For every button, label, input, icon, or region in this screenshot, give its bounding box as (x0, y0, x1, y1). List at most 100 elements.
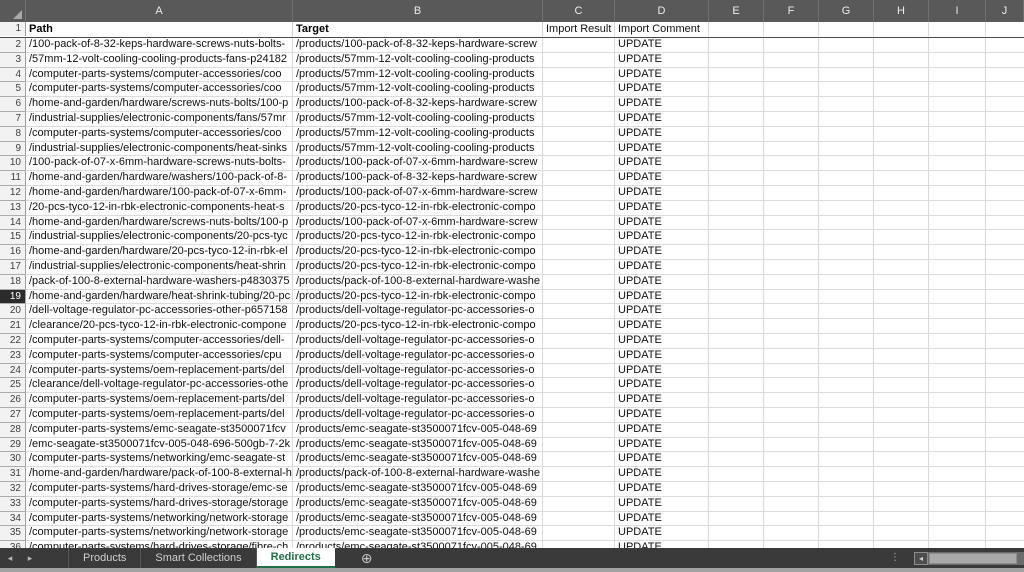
cell-i16[interactable] (929, 245, 986, 260)
cell-f26[interactable] (764, 393, 819, 408)
cell-d24[interactable]: UPDATE (615, 364, 709, 379)
cell-i13[interactable] (929, 201, 986, 216)
cell-e7[interactable] (709, 112, 764, 127)
cell-c11[interactable] (543, 171, 615, 186)
cell-h36[interactable] (874, 541, 929, 548)
cell-j19[interactable] (986, 290, 1024, 305)
cell-j3[interactable] (986, 53, 1024, 68)
cell-g33[interactable] (819, 497, 874, 512)
cell-b34[interactable]: /products/emc-seagate-st3500071fcv-005-0… (293, 512, 543, 527)
cell-g19[interactable] (819, 290, 874, 305)
cell-h29[interactable] (874, 438, 929, 453)
cell-j27[interactable] (986, 408, 1024, 423)
cell-e8[interactable] (709, 127, 764, 142)
cell-e14[interactable] (709, 216, 764, 231)
cell-e36[interactable] (709, 541, 764, 548)
column-header-j[interactable]: J (986, 0, 1024, 22)
cell-g2[interactable] (819, 38, 874, 53)
cell-g28[interactable] (819, 423, 874, 438)
cell-g34[interactable] (819, 512, 874, 527)
cell-j24[interactable] (986, 364, 1024, 379)
cell-f22[interactable] (764, 334, 819, 349)
cell-h30[interactable] (874, 452, 929, 467)
cell-f20[interactable] (764, 304, 819, 319)
cell-d25[interactable]: UPDATE (615, 378, 709, 393)
cell-d15[interactable]: UPDATE (615, 230, 709, 245)
cell-i23[interactable] (929, 349, 986, 364)
cell-f8[interactable] (764, 127, 819, 142)
cell-a2[interactable]: /100-pack-of-8-32-keps-hardware-screws-n… (26, 38, 293, 53)
cell-h13[interactable] (874, 201, 929, 216)
cell-i5[interactable] (929, 82, 986, 97)
cell-f25[interactable] (764, 378, 819, 393)
cell-b24[interactable]: /products/dell-voltage-regulator-pc-acce… (293, 364, 543, 379)
cell-i31[interactable] (929, 467, 986, 482)
cell-d11[interactable]: UPDATE (615, 171, 709, 186)
cell-e3[interactable] (709, 53, 764, 68)
cell-d21[interactable]: UPDATE (615, 319, 709, 334)
cell-a36[interactable]: /computer-parts-systems/hard-drives-stor… (26, 541, 293, 548)
row-header-4[interactable]: 4 (0, 68, 26, 83)
cell-e17[interactable] (709, 260, 764, 275)
cell-a19[interactable]: /home-and-garden/hardware/heat-shrink-tu… (26, 290, 293, 305)
cell-e12[interactable] (709, 186, 764, 201)
cell-b18[interactable]: /products/pack-of-100-8-external-hardwar… (293, 275, 543, 290)
row-header-12[interactable]: 12 (0, 186, 26, 201)
cell-e2[interactable] (709, 38, 764, 53)
cell-d10[interactable]: UPDATE (615, 156, 709, 171)
cell-f9[interactable] (764, 142, 819, 157)
cell-h35[interactable] (874, 526, 929, 541)
row-header-17[interactable]: 17 (0, 260, 26, 275)
cell-a17[interactable]: /industrial-supplies/electronic-componen… (26, 260, 293, 275)
cell-c20[interactable] (543, 304, 615, 319)
cell-f19[interactable] (764, 290, 819, 305)
cell-e5[interactable] (709, 82, 764, 97)
cell-f18[interactable] (764, 275, 819, 290)
cell-c26[interactable] (543, 393, 615, 408)
cell-d27[interactable]: UPDATE (615, 408, 709, 423)
cell-e29[interactable] (709, 438, 764, 453)
cell-i33[interactable] (929, 497, 986, 512)
cell-b27[interactable]: /products/dell-voltage-regulator-pc-acce… (293, 408, 543, 423)
cell-d6[interactable]: UPDATE (615, 97, 709, 112)
cell-b23[interactable]: /products/dell-voltage-regulator-pc-acce… (293, 349, 543, 364)
cell-a12[interactable]: /home-and-garden/hardware/100-pack-of-07… (26, 186, 293, 201)
row-header-27[interactable]: 27 (0, 408, 26, 423)
cell-d16[interactable]: UPDATE (615, 245, 709, 260)
scrollbar-thumb[interactable] (929, 553, 1017, 564)
cell-f23[interactable] (764, 349, 819, 364)
cell-d35[interactable]: UPDATE (615, 526, 709, 541)
cell-j25[interactable] (986, 378, 1024, 393)
row-header-29[interactable]: 29 (0, 438, 26, 453)
cell-h26[interactable] (874, 393, 929, 408)
cell-j1[interactable] (986, 22, 1024, 36)
cell-f24[interactable] (764, 364, 819, 379)
cell-j2[interactable] (986, 38, 1024, 53)
cell-c8[interactable] (543, 127, 615, 142)
cell-j20[interactable] (986, 304, 1024, 319)
cell-a1-path-header[interactable]: Path (26, 22, 293, 36)
cell-c35[interactable] (543, 526, 615, 541)
cell-c18[interactable] (543, 275, 615, 290)
cell-i2[interactable] (929, 38, 986, 53)
cell-i34[interactable] (929, 512, 986, 527)
cell-d8[interactable]: UPDATE (615, 127, 709, 142)
cell-g4[interactable] (819, 68, 874, 83)
cell-g35[interactable] (819, 526, 874, 541)
cell-h3[interactable] (874, 53, 929, 68)
cell-b5[interactable]: /products/57mm-12-volt-cooling-cooling-p… (293, 82, 543, 97)
cell-j15[interactable] (986, 230, 1024, 245)
cell-i14[interactable] (929, 216, 986, 231)
cell-i19[interactable] (929, 290, 986, 305)
sheet-tab-products[interactable]: Products (68, 548, 141, 568)
row-header-20[interactable]: 20 (0, 304, 26, 319)
cell-i15[interactable] (929, 230, 986, 245)
cell-h18[interactable] (874, 275, 929, 290)
cell-h2[interactable] (874, 38, 929, 53)
cell-b1-target-header[interactable]: Target (293, 22, 543, 36)
column-header-b[interactable]: B (293, 0, 543, 22)
cell-b8[interactable]: /products/57mm-12-volt-cooling-cooling-p… (293, 127, 543, 142)
row-header-7[interactable]: 7 (0, 112, 26, 127)
cell-f11[interactable] (764, 171, 819, 186)
cell-d4[interactable]: UPDATE (615, 68, 709, 83)
